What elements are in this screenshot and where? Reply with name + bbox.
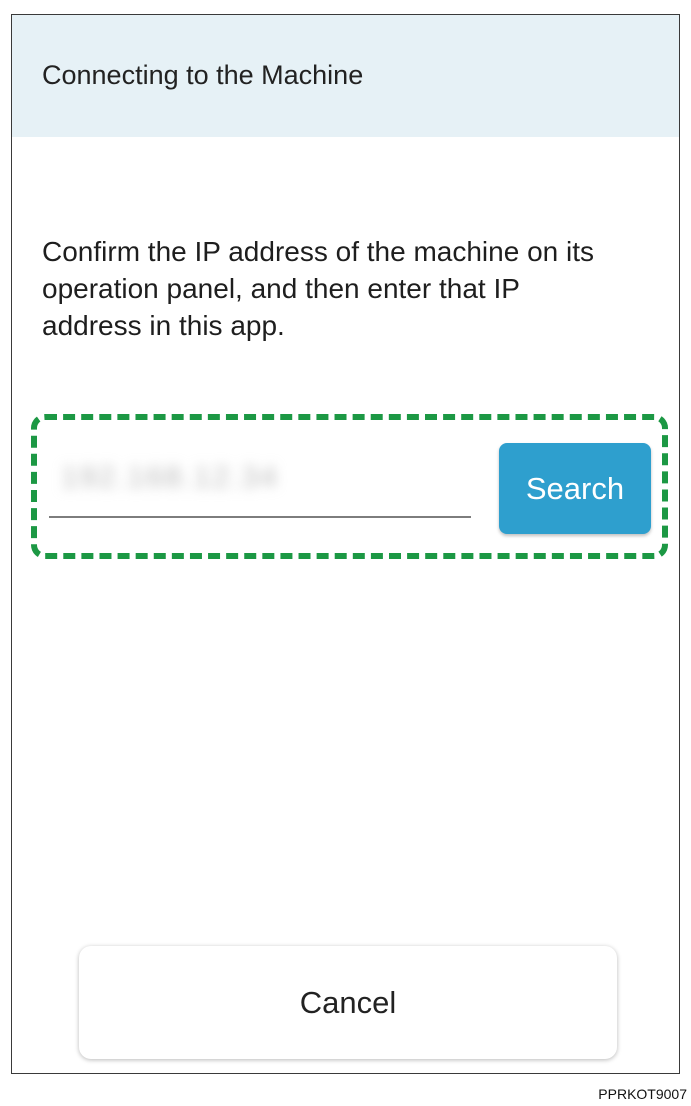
ip-address-value-blurred: 192.168.12.34 — [61, 461, 279, 494]
document-code: PPRKOT9007 — [598, 1086, 687, 1102]
manual-illustration: Connecting to the Machine Confirm the IP… — [0, 0, 691, 1106]
cancel-button[interactable]: Cancel — [79, 946, 617, 1059]
ip-address-input[interactable]: 192.168.12.34 — [49, 455, 471, 518]
input-underline — [49, 516, 471, 518]
screen-title: Connecting to the Machine — [42, 59, 364, 90]
search-button[interactable]: Search — [499, 443, 651, 534]
app-screen: Connecting to the Machine Confirm the IP… — [11, 14, 680, 1074]
screen-header: Connecting to the Machine — [12, 15, 679, 137]
instruction-text: Confirm the IP address of the machine on… — [42, 236, 594, 341]
